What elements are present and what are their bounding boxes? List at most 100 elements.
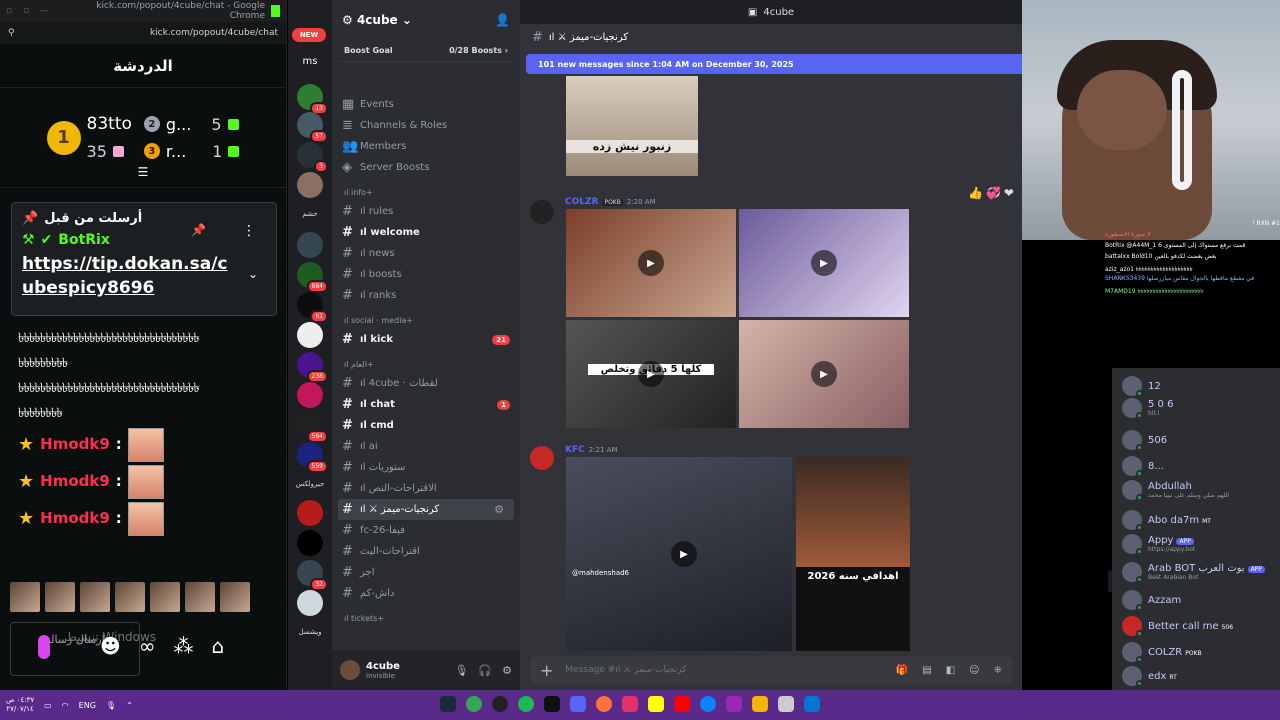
window-controls-icon[interactable]: ▫ ▫ — <box>6 6 53 16</box>
emote-username[interactable]: Hmodk9 <box>40 506 110 531</box>
apps-icon[interactable]: ⁜ <box>994 665 1002 676</box>
server-icon[interactable]: 884 <box>297 262 328 293</box>
add-channel-icon[interactable]: + <box>366 188 373 197</box>
menu-events[interactable]: ▦ Events <box>332 94 520 115</box>
member-item[interactable]: 8... <box>1122 456 1164 477</box>
boost-goal[interactable]: Boost Goal 0/28 Boosts › <box>340 40 512 62</box>
server-label[interactable]: ويشسل <box>288 628 332 636</box>
video-attachment[interactable]: ▶ <box>739 320 909 428</box>
video-attachment[interactable]: ▶ <box>566 209 736 317</box>
quick-emote[interactable] <box>185 582 215 612</box>
quick-emote[interactable] <box>150 582 180 612</box>
headphones-icon[interactable]: 🎧 <box>478 664 492 677</box>
play-icon[interactable]: ▶ <box>811 361 837 387</box>
gift-icon[interactable]: 🎁 <box>896 665 908 676</box>
menu-channels-roles[interactable]: ≣ Channels & Roles <box>332 115 520 136</box>
channel-4cube[interactable]: # ıl 4cube · لقطات <box>332 373 520 394</box>
image-attachment[interactable] <box>796 457 910 567</box>
play-icon[interactable]: ▶ <box>638 250 664 276</box>
add-channel-icon[interactable]: + <box>406 316 413 325</box>
new-messages-bar[interactable]: 101 new messages since 1:04 AM on Decemb… <box>526 54 1022 74</box>
member-item[interactable]: Arab BOT بوت العرب APP Best Arabian Bot <box>1122 562 1265 583</box>
channel-chat[interactable]: # ıl chat 1 <box>332 394 520 415</box>
member-item[interactable]: Azzam <box>1122 590 1181 611</box>
hearts-icon[interactable]: 💞 <box>986 186 1001 200</box>
channel-stream-suggestions[interactable]: # اقتراحات-البث <box>332 541 520 562</box>
thumbs-up-icon[interactable]: 👍 <box>968 186 983 200</box>
channel-cmd[interactable]: # ıl cmd <box>332 415 520 436</box>
chrome-icon[interactable] <box>466 696 482 712</box>
guild-header[interactable]: ⚙ 4cube ⌄ 👤 <box>332 0 520 40</box>
avatar[interactable] <box>530 200 554 224</box>
member-item[interactable]: Appy APP https://appy.bot <box>1122 534 1195 555</box>
server-icon[interactable]: 32 <box>297 560 328 591</box>
image-attachment[interactable]: اهدافي سنه 2026 <box>796 567 910 651</box>
chevron-up-icon[interactable]: ⌃ <box>126 701 133 710</box>
media-attachment[interactable]: زنبور نيش زده <box>566 76 698 176</box>
add-channel-icon[interactable]: + <box>367 360 374 369</box>
gif-icon[interactable]: ▤ <box>922 665 931 676</box>
server-icon[interactable]: 594 <box>297 412 328 443</box>
snapchat-icon[interactable] <box>648 696 664 712</box>
message-author[interactable]: KFC <box>565 445 585 455</box>
message-composer[interactable]: + Message #ıl ⚔ كرنجيات-ميمز 🎁 ▤ ◧ ☺ ⁜ <box>530 656 1012 684</box>
store-icon[interactable]: ⌂ <box>212 634 225 658</box>
microphone-icon[interactable]: 🎙 <box>106 701 116 710</box>
scrollbar[interactable] <box>1108 570 1112 592</box>
settings-dots-icon[interactable]: ⁂ <box>174 634 194 658</box>
windows-start-icon[interactable] <box>804 696 820 712</box>
chevron-down-icon[interactable]: ⌄ <box>248 267 258 281</box>
spotify-icon[interactable] <box>518 696 534 712</box>
heart-icon[interactable]: ❤ <box>1004 186 1014 200</box>
expand-leaderboard-icon[interactable]: ☰ <box>138 165 149 179</box>
microphone-icon[interactable]: 🎙 <box>454 664 468 677</box>
edge-icon[interactable] <box>700 696 716 712</box>
instagram-icon[interactable] <box>622 696 638 712</box>
play-icon[interactable]: ▶ <box>671 541 697 567</box>
channel-suggestions[interactable]: # ıl الاقتراحات-النص <box>332 478 520 499</box>
clock[interactable]: ٠٤:٣٧ ص ٢٧/٠٧/١٤ <box>6 696 34 714</box>
channel-ranks[interactable]: # ıl ranks <box>332 285 520 306</box>
calendar-icon[interactable] <box>726 696 742 712</box>
address-bar[interactable]: ⚲ kick.com/popout/4cube/chat <box>0 22 286 44</box>
message-author[interactable]: COLZR <box>565 197 598 207</box>
channel-memes[interactable]: # ıl ⚔ كرنجيات-ميمز ⚙ <box>338 499 514 520</box>
pinned-user[interactable]: BotRix <box>58 232 110 248</box>
server-icon[interactable] <box>297 322 323 348</box>
channel-stories[interactable]: # ıl ستوريات <box>332 457 520 478</box>
member-item[interactable]: 506 <box>1122 430 1167 451</box>
server-icon[interactable]: 3 <box>297 142 328 173</box>
reactions[interactable]: 👍 💞 ❤ <box>968 186 1014 200</box>
invite-icon[interactable]: 👤 <box>495 13 510 27</box>
firefox-icon[interactable] <box>596 696 612 712</box>
quick-emote[interactable] <box>10 582 40 612</box>
emoji-icon[interactable]: ☺ <box>969 665 979 676</box>
channel-rules[interactable]: # ıl rules <box>332 201 520 222</box>
member-item[interactable]: 5 0 6 bit.l <box>1122 398 1173 419</box>
channel-kick[interactable]: # ıl kick 21 <box>332 329 520 350</box>
play-icon[interactable]: ▶ <box>638 361 664 387</box>
quick-emote[interactable] <box>45 582 75 612</box>
server-icon[interactable] <box>297 500 323 526</box>
quick-emote[interactable] <box>115 582 145 612</box>
emote-username[interactable]: Hmodk9 <box>40 432 110 457</box>
member-item[interactable]: Better call me 506 <box>1122 616 1233 637</box>
video-attachment[interactable]: كلها 5 دقائق وتخلص ▶ <box>566 320 736 428</box>
member-item[interactable]: Abdullah اللهم صلي وسلم على نبينا محمد <box>1122 480 1229 501</box>
avatar[interactable] <box>530 446 554 470</box>
channel-ai[interactable]: # ıl ai <box>332 436 520 457</box>
server-ms[interactable]: ms <box>288 56 332 67</box>
category-general[interactable]: ıl العام + <box>332 350 520 373</box>
server-icon[interactable]: 559 <box>297 442 328 473</box>
channel-news[interactable]: # ıl news <box>332 243 520 264</box>
channel-welcome[interactable]: # ıl welcome <box>332 222 520 243</box>
avatar[interactable] <box>340 660 360 680</box>
server-icon[interactable]: 61 <box>297 292 328 323</box>
sticker-icon[interactable]: ◧ <box>946 665 955 676</box>
more-options-icon[interactable]: ⋮ <box>242 223 256 239</box>
steam-icon[interactable] <box>440 696 456 712</box>
server-icon[interactable]: 238 <box>297 352 328 383</box>
infinity-icon[interactable]: ∞ <box>139 634 156 658</box>
channel-dash[interactable]: # داش-كم <box>332 583 520 604</box>
obs-icon[interactable] <box>492 696 508 712</box>
